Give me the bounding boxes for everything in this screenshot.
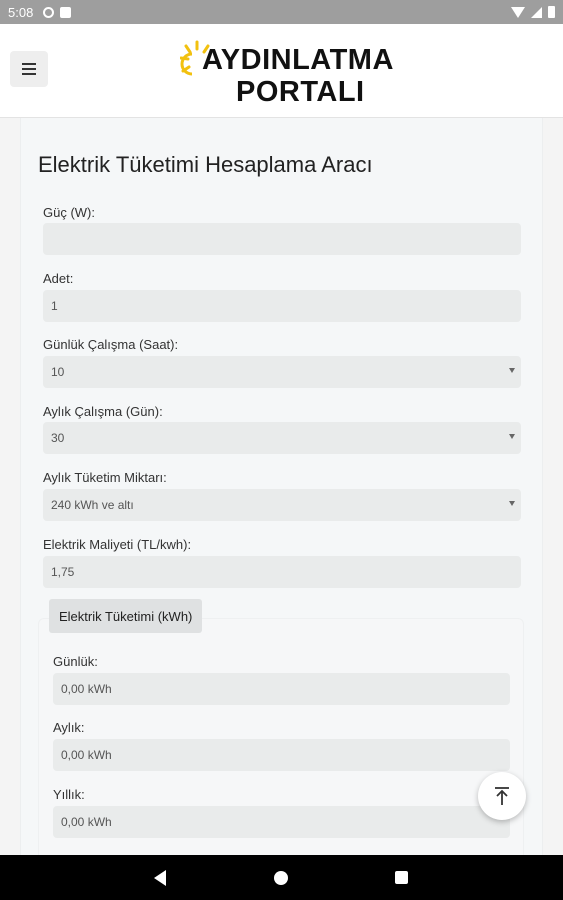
- monthly-consumption-value: 240 kWh ve altı: [51, 498, 134, 512]
- count-label: Adet:: [43, 271, 74, 286]
- monthly-consumption-label: Aylık Tüketim Miktarı:: [43, 470, 167, 485]
- chevron-down-icon: [509, 368, 515, 373]
- hamburger-icon: [22, 63, 36, 65]
- monthly-consumption-select[interactable]: 240 kWh ve altı: [43, 489, 521, 521]
- monthly-days-label: Aylık Çalışma (Gün):: [43, 404, 163, 419]
- monthly-days-select[interactable]: 30: [43, 422, 521, 454]
- monthly-result-field: 0,00 kWh: [53, 739, 510, 771]
- count-value: 1: [51, 299, 58, 313]
- chevron-down-icon: [509, 434, 515, 439]
- power-input[interactable]: [43, 223, 521, 255]
- logo-text-line1: AYDINLATMA: [202, 44, 394, 76]
- menu-button[interactable]: [10, 51, 48, 87]
- signal-icon: [531, 6, 542, 18]
- chevron-down-icon: [509, 501, 515, 506]
- scroll-to-top-icon: [495, 787, 509, 805]
- status-time: 5:08: [8, 4, 34, 20]
- daily-result-value: 0,00 kWh: [61, 682, 112, 696]
- yearly-result-value: 0,00 kWh: [61, 815, 112, 829]
- daily-hours-select[interactable]: 10: [43, 356, 521, 388]
- cost-input[interactable]: 1,75: [43, 556, 521, 588]
- recent-apps-icon[interactable]: [395, 871, 408, 884]
- daily-hours-label: Günlük Çalışma (Saat):: [43, 337, 179, 352]
- count-input[interactable]: 1: [43, 290, 521, 322]
- results-heading: Elektrik Tüketimi (kWh): [49, 599, 203, 633]
- monthly-result-value: 0,00 kWh: [61, 748, 112, 762]
- main-content: Elektrik Tüketimi Hesaplama Aracı Güç (W…: [0, 118, 563, 855]
- site-logo[interactable]: AYDINLATMA PORTALI: [180, 38, 393, 108]
- logo-text-line2: PORTALI: [236, 76, 365, 108]
- sd-card-icon: [60, 6, 72, 18]
- cost-value: 1,75: [51, 565, 75, 579]
- system-nav-bar: [0, 855, 563, 900]
- home-icon[interactable]: [274, 871, 288, 885]
- monthly-result-label: Aylık:: [53, 720, 85, 735]
- daily-hours-value: 10: [51, 365, 65, 379]
- power-label: Güç (W):: [43, 205, 95, 220]
- back-icon[interactable]: [154, 870, 166, 886]
- app-header: AYDINLATMA PORTALI: [0, 24, 563, 118]
- status-bar: 5:08: [0, 0, 563, 24]
- notification-icon: [43, 6, 55, 18]
- wifi-icon: [511, 6, 525, 18]
- daily-result-label: Günlük:: [53, 654, 98, 669]
- scroll-to-top-button[interactable]: [478, 772, 526, 820]
- yearly-result-field: 0,00 kWh: [53, 806, 510, 838]
- monthly-days-value: 30: [51, 431, 65, 445]
- daily-result-field: 0,00 kWh: [53, 673, 510, 705]
- page-title: Elektrik Tüketimi Hesaplama Aracı: [38, 152, 373, 177]
- yearly-result-label: Yıllık:: [53, 787, 85, 802]
- battery-icon: [548, 6, 555, 18]
- cost-label: Elektrik Maliyeti (TL/kwh):: [43, 537, 192, 552]
